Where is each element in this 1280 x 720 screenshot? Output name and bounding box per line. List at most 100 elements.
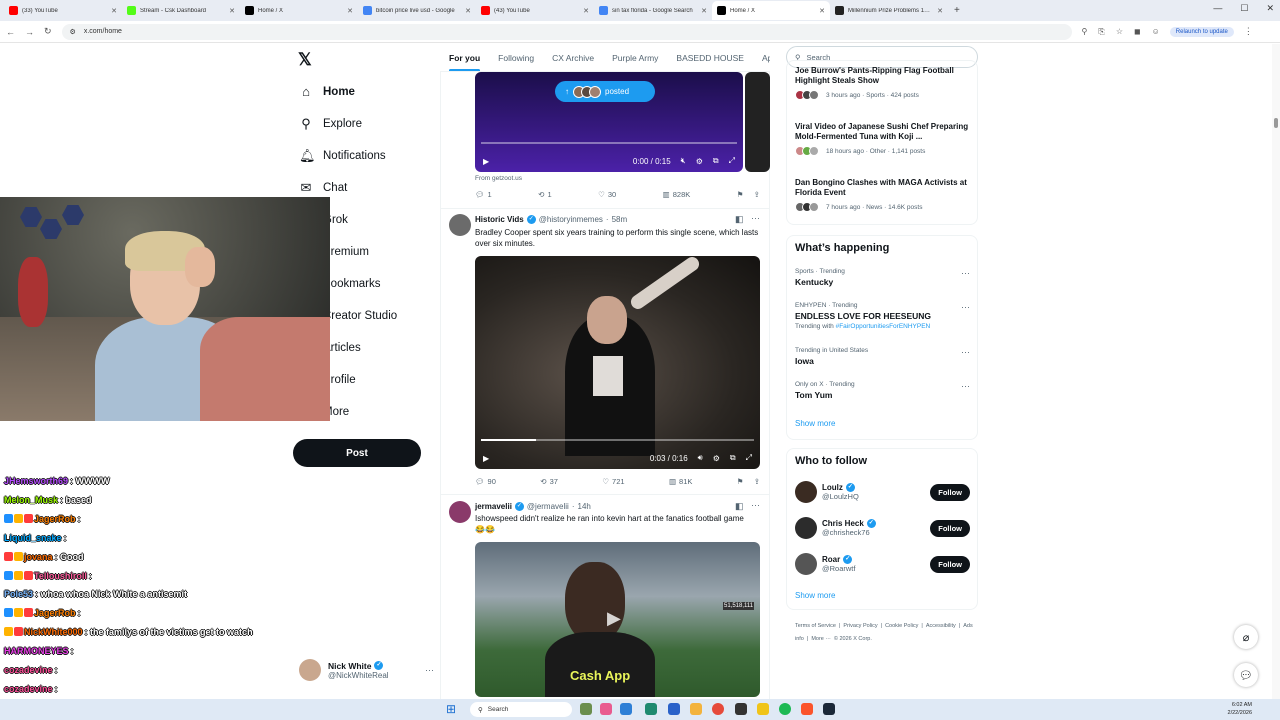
- author-name[interactable]: jermavelii: [475, 502, 512, 511]
- more-options-icon[interactable]: ···: [961, 302, 970, 312]
- taskbar-app-icon[interactable]: [600, 703, 612, 715]
- tab-ape[interactable]: Ape: [762, 53, 770, 63]
- chat-username[interactable]: Pole53: [4, 589, 33, 599]
- chat-username[interactable]: Liquid_snake: [4, 533, 62, 543]
- chat-username[interactable]: JHemsworth69: [4, 476, 68, 486]
- back-icon[interactable]: ←: [6, 27, 15, 37]
- trend-item[interactable]: ENHYPEN · Trending ENDLESS LOVE FOR HEESE…: [795, 302, 970, 330]
- edge-icon[interactable]: [645, 703, 657, 715]
- steam-icon[interactable]: [823, 703, 835, 715]
- news-item[interactable]: Joe Burrow's Pants-Ripping Flag Football…: [795, 66, 975, 100]
- grok-icon[interactable]: ◧: [735, 214, 744, 225]
- grok-icon[interactable]: ◧: [735, 501, 744, 512]
- settings-icon[interactable]: ⚙: [713, 454, 720, 463]
- browser-tab[interactable]: bitcoin price live usd - Google ✕: [358, 1, 476, 20]
- play-icon[interactable]: ▶: [483, 454, 489, 463]
- close-tab-icon[interactable]: ✕: [937, 7, 943, 15]
- trend-item[interactable]: Only on X · Trending Tom Yum ···: [795, 381, 970, 400]
- taskbar-app-icon[interactable]: [580, 703, 592, 715]
- bookmark-icon[interactable]: ⚑: [737, 190, 744, 199]
- miniplayer-icon[interactable]: ⧉: [713, 156, 719, 166]
- close-window-icon[interactable]: ✕: [1266, 3, 1274, 14]
- follow-suggestion[interactable]: Chris Heck ✓ @chrisheck76 Follow: [795, 514, 970, 542]
- share-post-icon[interactable]: ⇪: [754, 190, 760, 199]
- repost-button[interactable]: ⟲ 37: [540, 477, 558, 486]
- views-button[interactable]: ▥ 81K: [669, 477, 692, 486]
- relaunch-button[interactable]: Relaunch to update: [1169, 26, 1234, 37]
- maximize-icon[interactable]: ☐: [1240, 3, 1248, 14]
- star-icon[interactable]: ☆: [1116, 27, 1123, 37]
- nav-item-home[interactable]: ⌂ Home: [299, 84, 355, 99]
- avatar[interactable]: [449, 214, 471, 236]
- chat-username[interactable]: Telloushiroll: [34, 571, 87, 581]
- bookmark-icon[interactable]: ⚑: [737, 477, 744, 486]
- avatar[interactable]: [795, 517, 817, 539]
- mute-icon[interactable]: 🔇︎: [681, 156, 686, 166]
- chat-username[interactable]: Melon_Musk: [4, 495, 58, 505]
- chat-username[interactable]: cozadevine: [4, 684, 53, 694]
- settings-icon[interactable]: ⚙: [696, 157, 703, 166]
- footer-link[interactable]: Cookie Policy: [885, 623, 918, 629]
- browser-tab[interactable]: Millennium Prize Problems 14 N... ✕: [830, 1, 948, 20]
- zoom-icon[interactable]: ⚲: [1082, 27, 1088, 37]
- menu-icon[interactable]: ⋮: [1244, 26, 1253, 37]
- more-options-icon[interactable]: ···: [961, 381, 970, 391]
- profile-icon[interactable]: ☺: [1152, 27, 1160, 37]
- close-tab-icon[interactable]: ✕: [465, 7, 471, 15]
- footer-link[interactable]: © 2026 X Corp.: [834, 636, 872, 642]
- new-tab-icon[interactable]: +: [948, 5, 966, 16]
- author-handle[interactable]: @jermavelii: [527, 502, 569, 511]
- system-clock[interactable]: 6:02 AM 2/22/2026: [1228, 701, 1252, 717]
- news-item[interactable]: Viral Video of Japanese Sushi Chef Prepa…: [795, 122, 975, 156]
- tab-purple-army[interactable]: Purple Army: [612, 53, 658, 63]
- forward-icon[interactable]: →: [25, 27, 34, 37]
- browser-tab[interactable]: Home / X ✕: [712, 1, 830, 20]
- tab-cx-archive[interactable]: CX Archive: [552, 53, 594, 63]
- post-video-secondary[interactable]: [745, 72, 770, 172]
- close-tab-icon[interactable]: ✕: [229, 7, 235, 15]
- chat-username[interactable]: HARMONEYES: [4, 646, 69, 656]
- like-button[interactable]: ♡ 721: [602, 477, 624, 486]
- tab-for-you[interactable]: For you: [449, 53, 481, 71]
- more-options-icon[interactable]: ···: [961, 347, 970, 357]
- post-video[interactable]: Cash App 51,518,111 ▶: [475, 542, 760, 697]
- play-icon[interactable]: ▶: [607, 608, 621, 629]
- extension-icon[interactable]: ◼: [1134, 27, 1141, 37]
- show-more-link[interactable]: Show more: [795, 419, 835, 428]
- views-button[interactable]: ▥ 828K: [663, 190, 691, 199]
- fullscreen-icon[interactable]: ⤢: [746, 453, 752, 463]
- repost-button[interactable]: ⟲ 1: [538, 190, 551, 199]
- footer-link[interactable]: Terms of Service: [795, 623, 836, 629]
- tab-basedd-house[interactable]: BASEDD HOUSE: [676, 53, 744, 63]
- chat-username[interactable]: jovana: [24, 552, 53, 562]
- footer-link[interactable]: More ···: [811, 636, 831, 642]
- page-scrollbar[interactable]: [1272, 44, 1280, 700]
- messages-fab-icon[interactable]: 💬︎: [1234, 663, 1258, 687]
- chat-username[interactable]: cozadevine: [4, 665, 53, 675]
- reload-icon[interactable]: ↻: [44, 26, 52, 37]
- folder-icon[interactable]: [690, 703, 702, 715]
- chat-username[interactable]: NickWhite000: [24, 627, 83, 637]
- follow-button[interactable]: Follow: [930, 519, 970, 537]
- browser-tab[interactable]: (43) YouTube ✕: [476, 1, 594, 20]
- more-options-icon[interactable]: ···: [751, 213, 760, 223]
- chat-username[interactable]: JagerRob: [34, 608, 76, 618]
- brave-icon[interactable]: [801, 703, 813, 715]
- minimize-icon[interactable]: —: [1213, 3, 1222, 14]
- new-posts-pill[interactable]: ↑ posted: [555, 81, 655, 102]
- more-options-icon[interactable]: ···: [425, 665, 434, 675]
- fullscreen-icon[interactable]: ⤢: [729, 156, 735, 166]
- account-switcher[interactable]: Nick White ✓ @NickWhiteReal ···: [299, 659, 434, 681]
- post-button[interactable]: Post: [293, 439, 421, 467]
- post-video[interactable]: ▶ 0:03 / 0:16 🔊︎ ⚙ ⧉ ⤢: [475, 256, 760, 469]
- taskbar-app-icon[interactable]: [735, 703, 747, 715]
- address-bar[interactable]: ⚙ x.com/home: [61, 23, 1072, 40]
- trend-hashtag[interactable]: #FairOpportunitiesForENHYPEN: [836, 323, 931, 330]
- follow-suggestion[interactable]: Roar ✓ @Roarwtf Follow: [795, 550, 970, 578]
- more-options-icon[interactable]: ···: [751, 500, 760, 510]
- close-tab-icon[interactable]: ✕: [701, 7, 707, 15]
- tab-following[interactable]: Following: [498, 53, 534, 63]
- taskbar-app-icon[interactable]: [620, 703, 632, 715]
- post-time[interactable]: 58m: [612, 215, 628, 224]
- author-name[interactable]: Historic Vids: [475, 215, 524, 224]
